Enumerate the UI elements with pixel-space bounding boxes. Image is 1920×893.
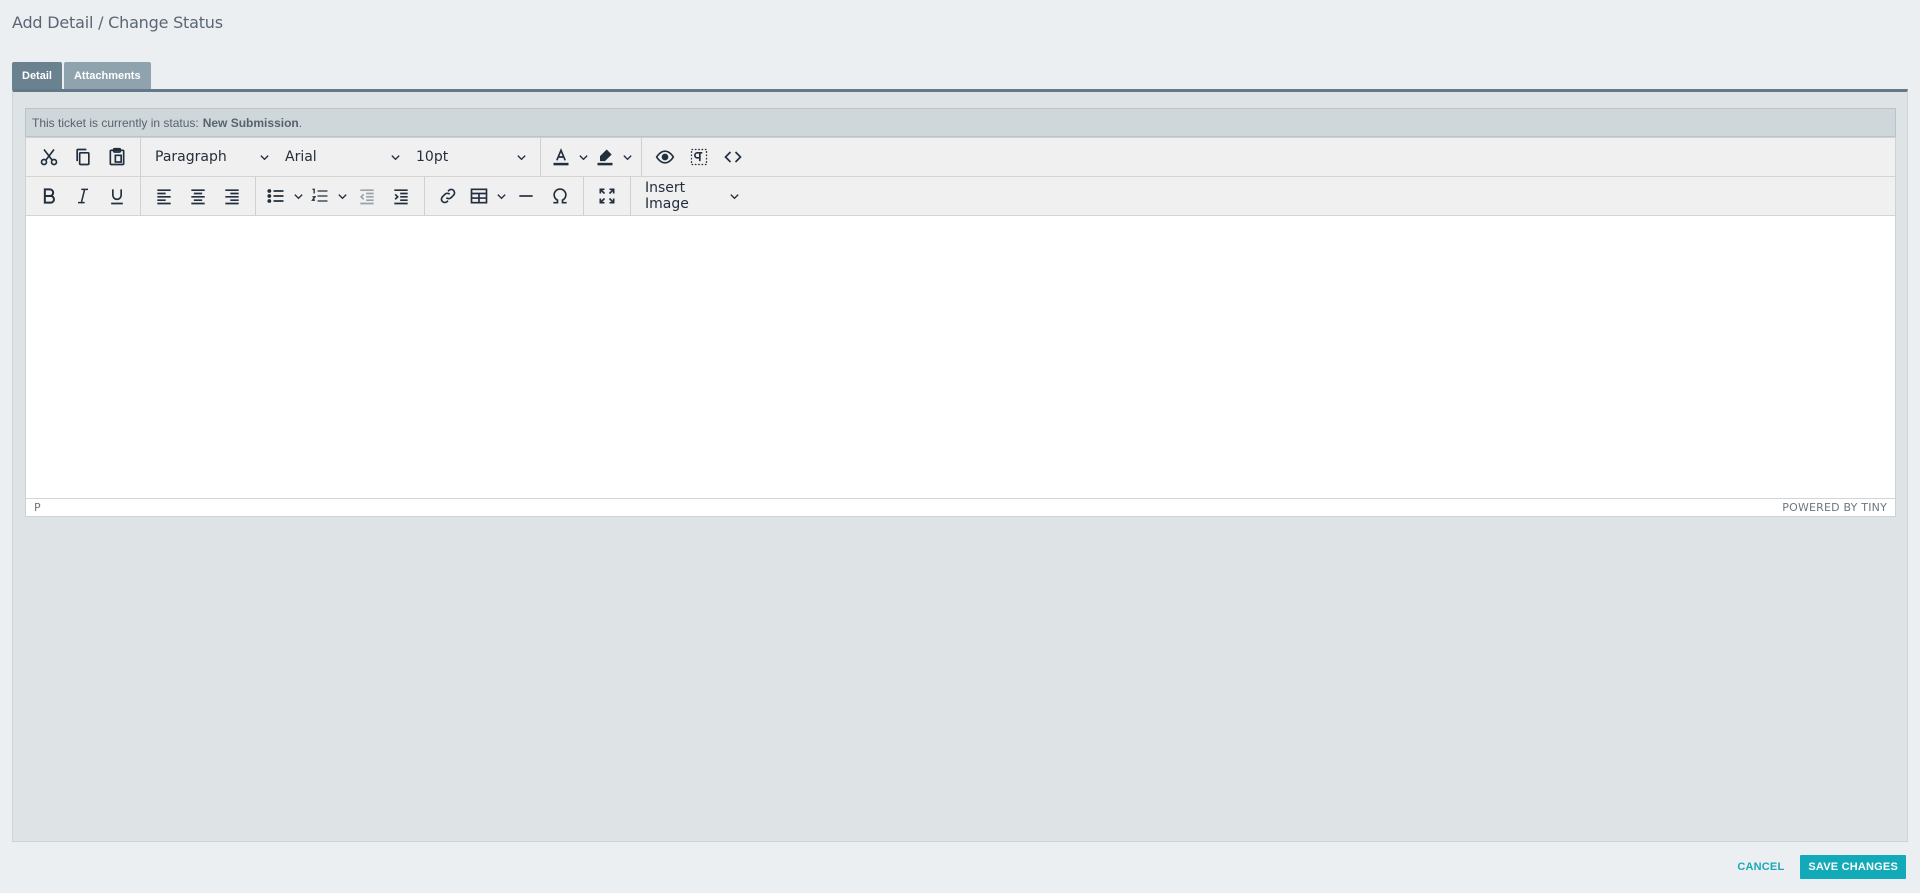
fullscreen-icon [599, 188, 615, 204]
underline-button[interactable] [100, 181, 134, 211]
font-family-select[interactable]: Arial [277, 142, 408, 172]
save-changes-button[interactable]: SAVE CHANGES [1800, 855, 1906, 879]
indent-icon [394, 189, 408, 205]
tab-detail[interactable]: Detail [12, 62, 62, 90]
bullet-list-icon [267, 189, 284, 203]
bold-icon [43, 188, 55, 204]
editor-statusbar: P POWERED BY TINY [26, 498, 1895, 515]
paste-button[interactable] [100, 142, 134, 172]
font-size-value: 10pt [416, 149, 449, 165]
chevron-down-icon [578, 154, 588, 160]
table-icon [470, 188, 488, 204]
chevron-down-icon [730, 193, 739, 199]
insert-image-label: Insert Image [645, 180, 689, 212]
status-message: This ticket is currently in status: New … [25, 108, 1896, 137]
tab-attachments[interactable]: Attachments [63, 62, 151, 90]
cancel-button[interactable]: CANCEL [1731, 855, 1790, 879]
bullet-list-button[interactable] [262, 181, 306, 211]
fullscreen-group [584, 177, 631, 215]
paste-icon [109, 147, 125, 166]
preview-icon [655, 150, 675, 164]
special-character-button[interactable] [543, 181, 577, 211]
numbered-list-button[interactable] [306, 181, 350, 211]
tab-bar: Detail Attachments [12, 62, 151, 90]
align-left-button[interactable] [147, 181, 181, 211]
cut-icon [40, 148, 58, 166]
italic-button[interactable] [66, 181, 100, 211]
chevron-down-icon [259, 154, 269, 160]
code-icon [724, 151, 742, 163]
bold-button[interactable] [32, 181, 66, 211]
horizontal-rule-button[interactable] [509, 181, 543, 211]
outdent-button[interactable] [350, 181, 384, 211]
align-left-icon [157, 189, 171, 205]
toolbar-row-2: Insert Image [26, 177, 1895, 216]
numbered-list-icon [311, 188, 328, 202]
rich-text-editor: Paragraph Arial 10pt Insert Image P POWE… [25, 137, 1896, 517]
highlight-color-button[interactable] [591, 142, 635, 172]
show-blocks-button[interactable] [682, 142, 716, 172]
editor-branding[interactable]: POWERED BY TINY [1782, 501, 1887, 514]
outdent-icon [359, 189, 374, 205]
underline-icon [111, 189, 123, 205]
font-family-value: Arial [285, 149, 317, 165]
chevron-down-icon [390, 154, 400, 160]
align-right-icon [225, 189, 239, 205]
form-actions: CANCEL SAVE CHANGES [1731, 855, 1906, 879]
chevron-down-icon [496, 193, 506, 199]
insert-image-menu[interactable]: Insert Image [637, 180, 747, 212]
link-icon [440, 188, 456, 204]
format-select-group: Paragraph Arial 10pt [141, 138, 541, 176]
copy-button[interactable] [66, 142, 100, 172]
status-suffix: . [298, 115, 303, 130]
cut-button[interactable] [32, 142, 66, 172]
indent-button[interactable] [384, 181, 418, 211]
italic-icon [78, 188, 88, 204]
chevron-down-icon [622, 154, 632, 160]
toolbar-row-1: Paragraph Arial 10pt [26, 138, 1895, 177]
alignment-group [141, 177, 256, 215]
font-size-select[interactable]: 10pt [408, 142, 534, 172]
copy-icon [76, 148, 90, 166]
special-char-icon [553, 188, 567, 204]
status-value: New Submission [202, 115, 299, 130]
text-style-group [26, 177, 141, 215]
image-group: Insert Image [631, 177, 753, 215]
block-format-value: Paragraph [155, 149, 227, 165]
clipboard-group [26, 138, 141, 176]
chevron-down-icon [337, 193, 347, 199]
fullscreen-button[interactable] [590, 181, 624, 211]
element-path[interactable]: P [34, 501, 41, 514]
preview-button[interactable] [648, 142, 682, 172]
editor-content-area[interactable] [26, 216, 1895, 498]
show-blocks-icon [690, 148, 708, 166]
status-prefix: This ticket is currently in status: [32, 115, 199, 130]
insert-group [425, 177, 584, 215]
page-title: Add Detail / Change Status [12, 13, 223, 32]
list-group [256, 177, 425, 215]
align-center-button[interactable] [181, 181, 215, 211]
block-format-select[interactable]: Paragraph [147, 142, 277, 172]
table-button[interactable] [465, 181, 509, 211]
view-group [642, 138, 756, 176]
detail-panel: This ticket is currently in status: New … [12, 89, 1908, 842]
text-color-button[interactable] [547, 142, 591, 172]
align-center-icon [191, 189, 205, 205]
text-color-icon [553, 148, 569, 166]
link-button[interactable] [431, 181, 465, 211]
align-right-button[interactable] [215, 181, 249, 211]
chevron-down-icon [293, 193, 303, 199]
highlight-icon [597, 149, 613, 166]
horizontal-rule-icon [519, 195, 533, 197]
source-code-button[interactable] [716, 142, 750, 172]
chevron-down-icon [516, 154, 526, 160]
color-group [541, 138, 642, 176]
